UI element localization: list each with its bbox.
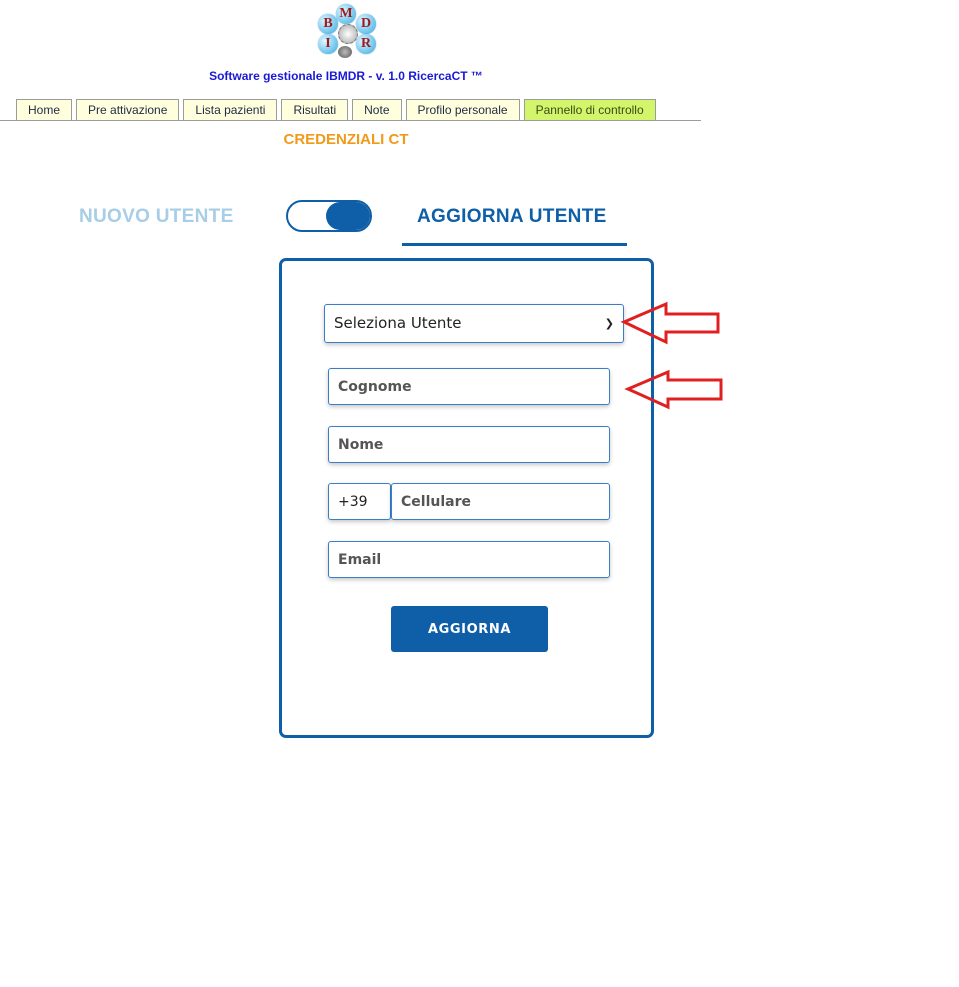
- section-title: CREDENZIALI CT: [283, 131, 409, 148]
- tab-pre-attivazione[interactable]: Pre attivazione: [76, 99, 180, 120]
- phone-prefix-field[interactable]: +39: [328, 483, 391, 520]
- name-field[interactable]: Nome: [328, 426, 610, 463]
- user-select-dropdown[interactable]: Seleziona Utente ❯: [324, 304, 624, 343]
- logo-letter-r: R: [356, 34, 376, 54]
- user-select-value: Seleziona Utente: [334, 314, 462, 332]
- mode-update-user-label[interactable]: AGGIORNA UTENTE: [417, 206, 607, 228]
- tab-home[interactable]: Home: [16, 99, 73, 120]
- small-gear-icon: [338, 46, 352, 58]
- tab-risultati[interactable]: Risultati: [281, 99, 349, 120]
- logo-letter-d: D: [356, 14, 376, 34]
- mobile-field[interactable]: Cellulare: [391, 483, 610, 520]
- main-nav-tabs: Home Pre attivazione Lista pazienti Risu…: [16, 99, 660, 121]
- page: B M D I R Software gestionale IBMDR - v.…: [0, 0, 959, 987]
- annotation-arrow-left-icon: [624, 369, 723, 410]
- email-field[interactable]: Email: [328, 541, 610, 578]
- ibmdr-logo: B M D I R: [316, 4, 378, 62]
- surname-field[interactable]: Cognome: [328, 368, 610, 405]
- tab-profilo-personale[interactable]: Profilo personale: [405, 99, 520, 120]
- mode-toggle-switch[interactable]: [286, 200, 372, 232]
- gear-icon: [338, 24, 358, 44]
- update-button[interactable]: AGGIORNA: [391, 606, 548, 652]
- logo-letter-m: M: [336, 4, 356, 24]
- tab-note[interactable]: Note: [352, 99, 402, 120]
- tab-pannello-di-controllo[interactable]: Pannello di controllo: [523, 99, 656, 120]
- annotation-arrow-left-icon: [620, 301, 720, 345]
- mode-new-user-label[interactable]: NUOVO UTENTE: [79, 206, 234, 228]
- toggle-knob: [326, 202, 370, 230]
- tab-lista-pazienti[interactable]: Lista pazienti: [183, 99, 278, 120]
- chevron-down-icon: ❯: [604, 317, 614, 330]
- logo-letter-i: I: [318, 34, 338, 54]
- app-title: Software gestionale IBMDR - v. 1.0 Ricer…: [209, 69, 483, 83]
- logo-letter-b: B: [318, 14, 338, 34]
- active-mode-underline: [402, 243, 627, 246]
